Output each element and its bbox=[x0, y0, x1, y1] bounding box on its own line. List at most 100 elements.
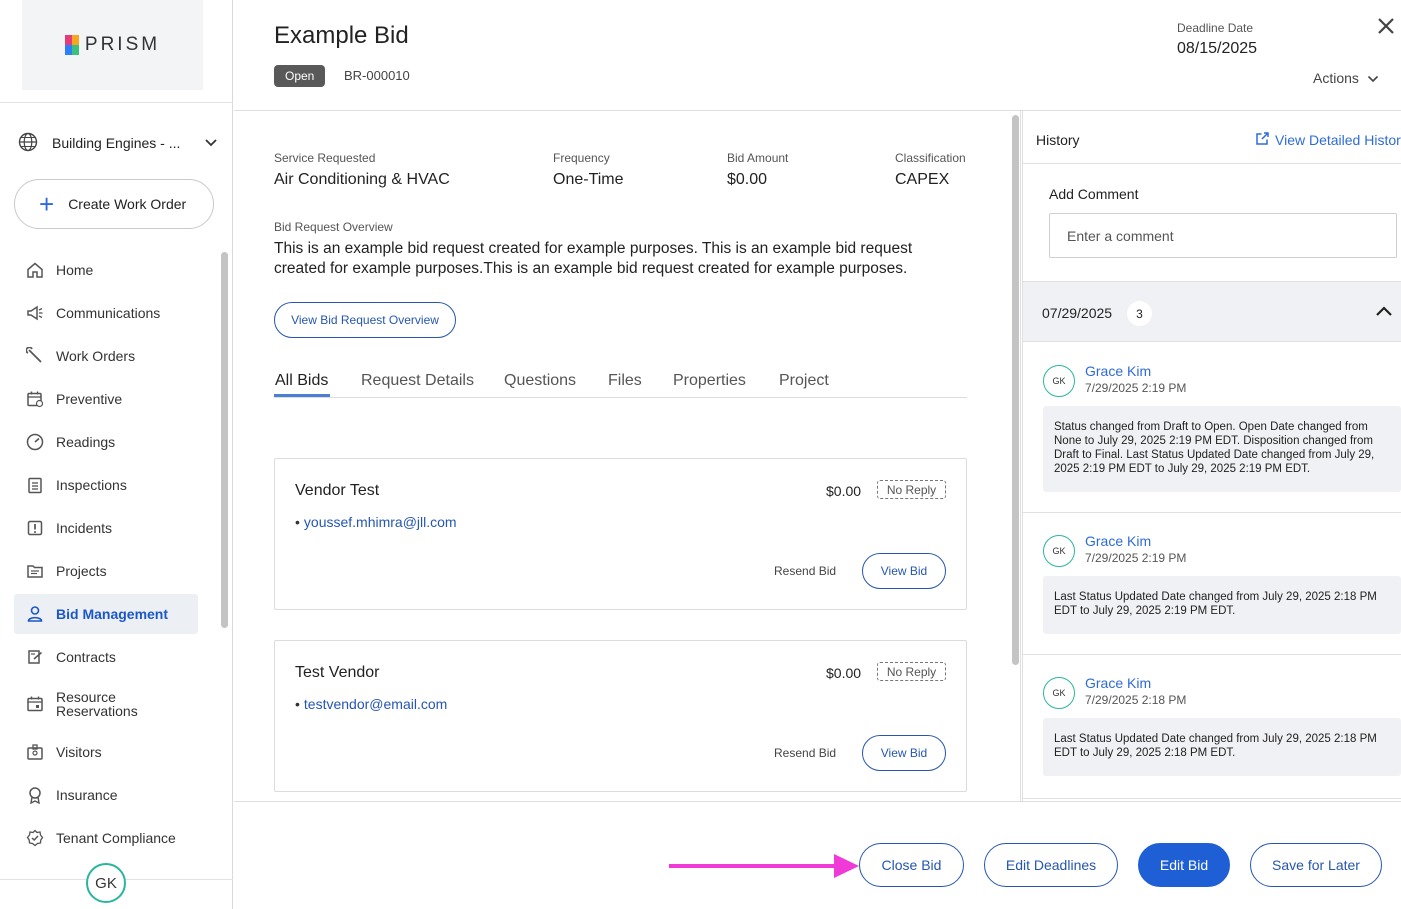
deadline-value: 08/15/2025 bbox=[1177, 40, 1258, 57]
clipboard-icon bbox=[26, 476, 44, 494]
overview-label: Bid Request Overview bbox=[274, 220, 393, 234]
classification-value: CAPEX bbox=[895, 171, 950, 188]
comment-input[interactable] bbox=[1049, 213, 1397, 258]
divider bbox=[1023, 798, 1401, 799]
entry-message: Last Status Updated Date changed from Ju… bbox=[1043, 718, 1401, 776]
sidebar-item-tenant-compliance[interactable]: Tenant Compliance bbox=[14, 818, 198, 858]
tab-request-details[interactable]: Request Details bbox=[361, 372, 474, 390]
add-comment-label: Add Comment bbox=[1049, 186, 1139, 202]
close-bid-button[interactable]: Close Bid bbox=[859, 843, 964, 887]
date-group-label: 07/29/2025 bbox=[1042, 305, 1113, 321]
frequency-value: One-Time bbox=[553, 171, 624, 188]
sidebar-item-label-line2: Reservations bbox=[56, 703, 138, 719]
avatar: GK bbox=[1043, 365, 1075, 397]
sidebar-item-projects[interactable]: Projects bbox=[14, 551, 198, 591]
bid-amount-value: $0.00 bbox=[727, 171, 768, 188]
user-avatar[interactable]: GK bbox=[86, 863, 126, 903]
page-title: Example Bid bbox=[274, 22, 409, 49]
tab-project[interactable]: Project bbox=[779, 372, 829, 390]
prism-logo-icon bbox=[64, 35, 79, 55]
avatar: GK bbox=[1043, 535, 1075, 567]
entry-timestamp: 7/29/2025 2:19 PM bbox=[1085, 381, 1187, 395]
calendar-icon bbox=[26, 695, 44, 713]
sidebar-item-incidents[interactable]: Incidents bbox=[14, 508, 198, 548]
check-badge-icon bbox=[26, 829, 44, 847]
sidebar-item-contracts[interactable]: Contracts bbox=[14, 637, 198, 677]
status-badge: No Reply bbox=[877, 480, 946, 499]
site-selector[interactable]: Building Engines - ... bbox=[18, 130, 218, 156]
sidebar: PRISM Building Engines - ... + Create Wo… bbox=[0, 0, 233, 909]
view-detailed-history-link[interactable]: View Detailed History bbox=[1255, 131, 1401, 149]
entry-author-link[interactable]: Grace Kim bbox=[1085, 675, 1151, 691]
chevron-up-icon[interactable] bbox=[1375, 304, 1393, 322]
external-link-icon bbox=[1255, 131, 1270, 149]
sidebar-item-preventive[interactable]: Preventive bbox=[14, 379, 198, 419]
sidebar-item-inspections[interactable]: Inspections bbox=[14, 465, 198, 505]
badge-icon bbox=[26, 743, 44, 761]
service-value: Air Conditioning & HVAC bbox=[274, 171, 450, 188]
entry-author-link[interactable]: Grace Kim bbox=[1085, 533, 1151, 549]
entry-timestamp: 7/29/2025 2:18 PM bbox=[1085, 693, 1187, 707]
sidebar-item-label: Inspections bbox=[56, 477, 127, 493]
close-icon[interactable] bbox=[1376, 14, 1396, 40]
site-selector-label: Building Engines - ... bbox=[52, 135, 181, 151]
logo[interactable]: PRISM bbox=[22, 0, 203, 90]
sidebar-item-resource-reservations[interactable]: Resource Reservations bbox=[14, 684, 198, 724]
create-work-order-button[interactable]: + Create Work Order bbox=[14, 179, 214, 229]
vendor-email-link[interactable]: • youssef.mhimra@jll.com bbox=[295, 514, 457, 530]
history-title: History bbox=[1036, 132, 1080, 148]
sidebar-item-label: Contracts bbox=[56, 649, 116, 665]
vendor-email-text: testvendor@email.com bbox=[303, 696, 448, 712]
chevron-down-icon bbox=[204, 135, 218, 151]
actions-dropdown[interactable]: Actions bbox=[1313, 70, 1379, 86]
bid-details: Service Requested Air Conditioning & HVA… bbox=[234, 111, 1007, 801]
active-tab-indicator bbox=[274, 394, 330, 397]
overview-text: This is an example bid request created f… bbox=[274, 240, 913, 277]
sidebar-item-home[interactable]: Home bbox=[14, 250, 198, 290]
home-icon bbox=[26, 261, 44, 279]
sidebar-item-label: Visitors bbox=[56, 744, 102, 760]
entry-timestamp: 7/29/2025 2:19 PM bbox=[1085, 551, 1187, 565]
edit-bid-button[interactable]: Edit Bid bbox=[1138, 843, 1230, 887]
view-overview-button[interactable]: View Bid Request Overview bbox=[274, 302, 456, 338]
sidebar-item-readings[interactable]: Readings bbox=[14, 422, 198, 462]
entry-author-link[interactable]: Grace Kim bbox=[1085, 363, 1151, 379]
sidebar-item-label: Projects bbox=[56, 563, 107, 579]
resend-bid-button[interactable]: Resend Bid bbox=[774, 564, 836, 578]
divider bbox=[1023, 163, 1401, 164]
tab-all-bids[interactable]: All Bids bbox=[275, 372, 328, 390]
history-date-group[interactable]: 07/29/2025 3 bbox=[1023, 281, 1401, 342]
sidebar-item-insurance[interactable]: Insurance bbox=[14, 775, 198, 815]
view-bid-button[interactable]: View Bid bbox=[862, 735, 946, 771]
entry-message: Last Status Updated Date changed from Ju… bbox=[1043, 576, 1401, 634]
edit-deadlines-button[interactable]: Edit Deadlines bbox=[984, 843, 1118, 887]
tab-files[interactable]: Files bbox=[608, 372, 642, 390]
ribbon-icon bbox=[26, 786, 44, 804]
bullet: • bbox=[295, 514, 300, 530]
view-bid-button[interactable]: View Bid bbox=[862, 553, 946, 589]
tab-properties[interactable]: Properties bbox=[673, 372, 746, 390]
resend-bid-button[interactable]: Resend Bid bbox=[774, 746, 836, 760]
vendor-amount: $0.00 bbox=[826, 483, 862, 499]
status-badge: No Reply bbox=[877, 662, 946, 681]
sidebar-item-label: Preventive bbox=[56, 391, 123, 407]
sidebar-item-label: Insurance bbox=[56, 787, 118, 803]
sidebar-item-label: Incidents bbox=[56, 520, 113, 536]
contract-icon bbox=[26, 648, 44, 666]
status-badge: Open bbox=[274, 65, 326, 87]
main-scrollbar[interactable] bbox=[1012, 115, 1019, 665]
vendor-card: Vendor Test $0.00 No Reply • youssef.mhim… bbox=[274, 458, 967, 610]
tab-questions[interactable]: Questions bbox=[504, 372, 576, 390]
sidebar-item-communications[interactable]: Communications bbox=[14, 293, 198, 333]
sidebar-item-label: Bid Management bbox=[56, 606, 169, 622]
entry-message: Status changed from Draft to Open. Open … bbox=[1043, 406, 1401, 492]
sidebar-item-visitors[interactable]: Visitors bbox=[14, 732, 198, 772]
globe-icon bbox=[18, 132, 38, 155]
save-for-later-button[interactable]: Save for Later bbox=[1250, 843, 1382, 887]
user-icon bbox=[26, 605, 44, 623]
vendor-email-link[interactable]: • testvendor@email.com bbox=[295, 696, 447, 712]
sidebar-scrollbar[interactable] bbox=[221, 252, 228, 628]
sidebar-item-bid-management[interactable]: Bid Management bbox=[14, 594, 198, 634]
sidebar-item-work-orders[interactable]: Work Orders bbox=[14, 336, 198, 376]
bid-id: BR-000010 bbox=[344, 68, 410, 83]
